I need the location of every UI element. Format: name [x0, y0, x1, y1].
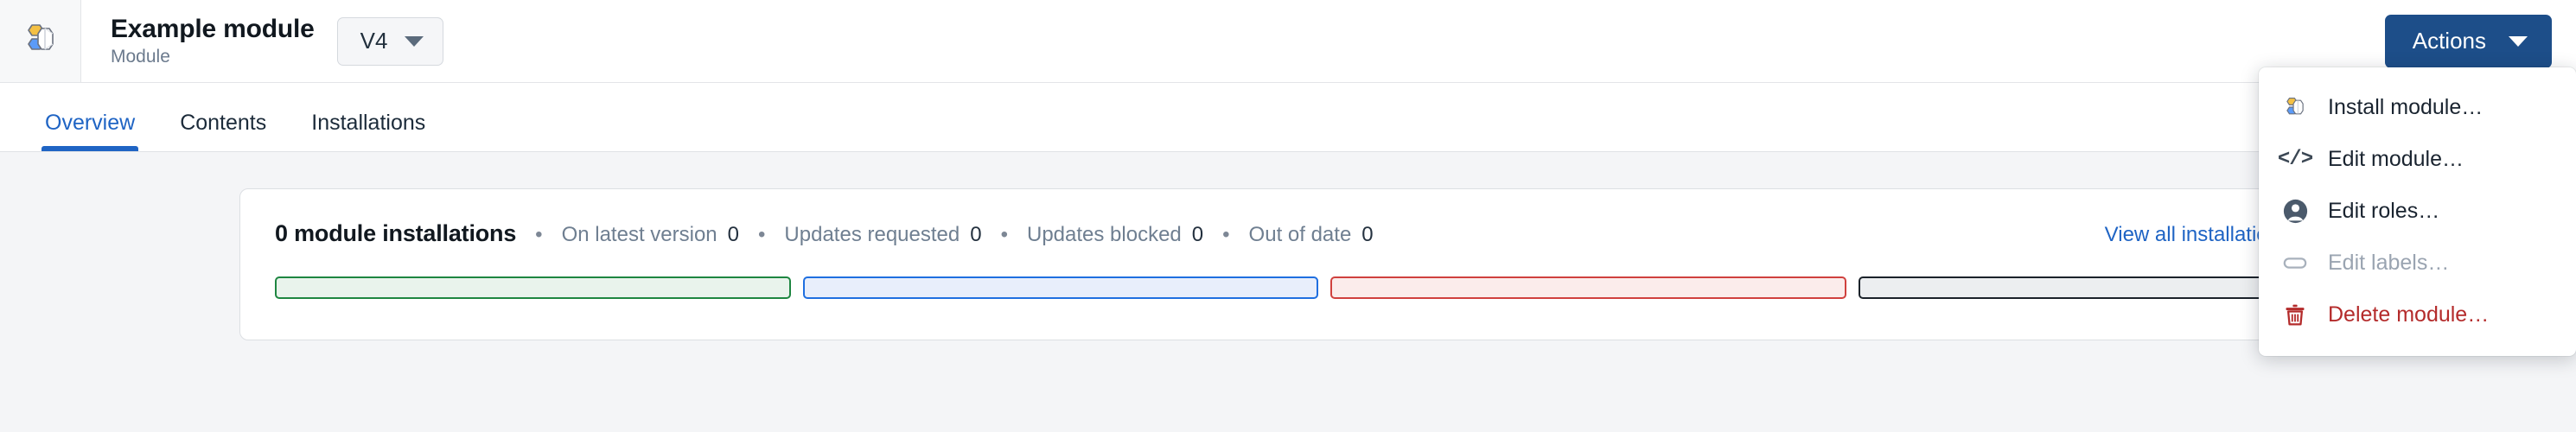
- menu-item-edit-labels-label: Edit labels…: [2328, 250, 2450, 275]
- label-pill-icon: [2281, 249, 2309, 276]
- menu-item-delete-module-label: Delete module…: [2328, 302, 2490, 327]
- module-cube-icon: [2281, 93, 2309, 121]
- menu-item-edit-roles-label: Edit roles…: [2328, 198, 2440, 223]
- person-avatar-icon: [2281, 197, 2309, 225]
- stat-out-of-date: Out of date 0: [1249, 223, 1374, 247]
- actions-button-label: Actions: [2412, 28, 2486, 54]
- stat-out-of-date-label: Out of date: [1248, 223, 1352, 246]
- card-header-row: 0 module installations • On latest versi…: [275, 220, 2290, 247]
- stat-separator: •: [758, 223, 766, 246]
- installations-overview-card: 0 module installations • On latest versi…: [239, 188, 2375, 340]
- tab-bar: Overview Contents Installations: [0, 83, 2576, 152]
- version-dropdown[interactable]: V4: [336, 16, 444, 66]
- stat-updates-requested-label: Updates requested: [784, 223, 960, 246]
- title-texts: Example module Module: [111, 15, 315, 68]
- stat-separator: •: [1000, 223, 1008, 246]
- code-brackets-icon: </>: [2277, 147, 2313, 171]
- actions-dropdown-menu: Install module… </> Edit module… Edit ro…: [2259, 67, 2576, 356]
- tab-overview[interactable]: Overview: [26, 112, 154, 151]
- tab-installations[interactable]: Installations: [292, 112, 444, 151]
- stat-separator: •: [1222, 223, 1230, 246]
- tab-overview-label: Overview: [45, 111, 136, 135]
- tab-installations-label: Installations: [311, 111, 426, 135]
- stat-separator: •: [535, 223, 543, 246]
- chevron-down-icon: [2509, 35, 2528, 47]
- stat-updates-blocked-label: Updates blocked: [1027, 223, 1182, 246]
- menu-item-edit-roles[interactable]: Edit roles…: [2259, 185, 2576, 237]
- module-cube-icon: [21, 19, 61, 63]
- installations-bars-row: [275, 276, 2375, 299]
- page-subtitle: Module: [111, 47, 170, 67]
- stat-on-latest-version-label: On latest version: [561, 223, 717, 246]
- page-title: Example module: [111, 14, 315, 43]
- stat-updates-requested: Updates requested 0: [784, 223, 981, 247]
- stat-on-latest-version: On latest version 0: [562, 223, 739, 247]
- menu-item-edit-module[interactable]: </> Edit module…: [2259, 133, 2576, 185]
- menu-item-delete-module[interactable]: Delete module…: [2259, 289, 2576, 340]
- menu-item-install-module[interactable]: Install module…: [2259, 81, 2576, 133]
- header-spacer: [443, 0, 2384, 82]
- module-icon-cell: [0, 0, 81, 82]
- stat-updates-requested-value: 0: [970, 223, 982, 246]
- stat-updates-blocked-value: 0: [1191, 223, 1204, 246]
- stat-on-latest-version-value: 0: [727, 223, 740, 246]
- bar-updates-blocked: [1330, 276, 1847, 299]
- tab-contents[interactable]: Contents: [161, 112, 285, 151]
- actions-button[interactable]: Actions: [2384, 14, 2552, 68]
- stat-out-of-date-value: 0: [1361, 223, 1374, 246]
- menu-item-edit-module-label: Edit module…: [2328, 146, 2464, 171]
- bar-updates-requested: [802, 276, 1319, 299]
- tab-contents-label: Contents: [180, 111, 267, 135]
- menu-item-install-module-label: Install module…: [2328, 94, 2484, 119]
- menu-item-edit-labels: Edit labels…: [2259, 237, 2576, 289]
- app-header: Example module Module V4 Actions: [0, 0, 2576, 83]
- stat-updates-blocked: Updates blocked 0: [1027, 223, 1203, 247]
- bar-on-latest-version: [275, 276, 791, 299]
- trash-icon: [2281, 301, 2309, 328]
- version-dropdown-label: V4: [360, 28, 388, 54]
- chevron-down-icon: [405, 35, 424, 47]
- total-installations-label: 0 module installations: [275, 220, 517, 246]
- installations-stats-line: 0 module installations • On latest versi…: [275, 220, 1374, 247]
- main-content-area: 0 module installations • On latest versi…: [0, 152, 2576, 432]
- header-title-block: Example module Module V4: [81, 0, 444, 82]
